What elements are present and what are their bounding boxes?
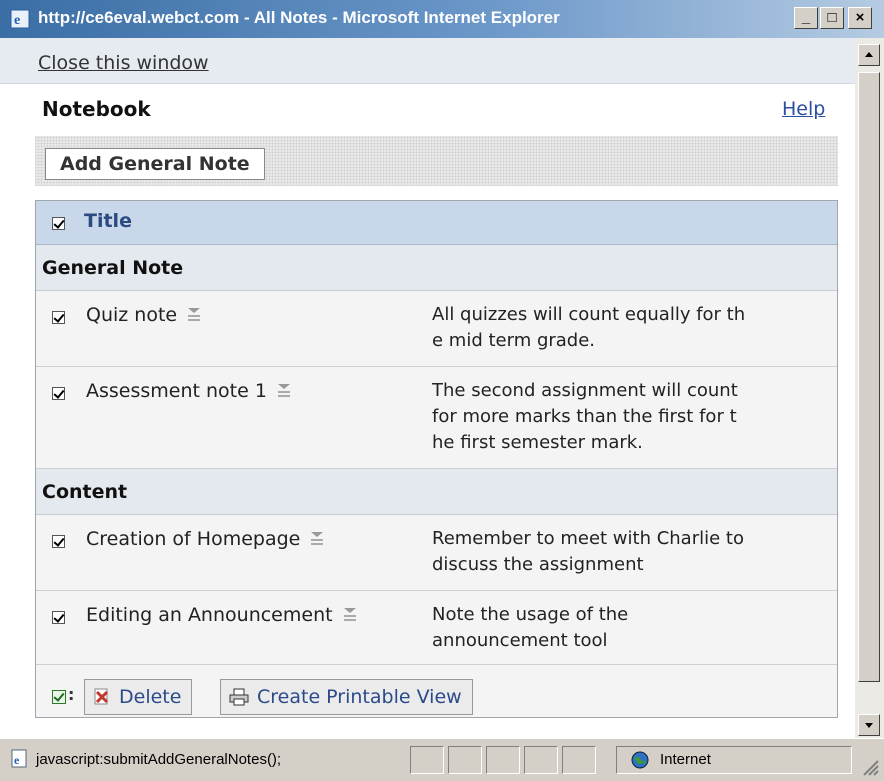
close-window-button[interactable]: × [848,7,872,29]
svg-text:e: e [14,753,20,767]
vertical-scrollbar[interactable] [855,38,884,738]
note-description: All quizzes will count equally for th e … [432,304,746,351]
note-icon[interactable] [343,607,357,622]
group-row: Content [36,469,837,515]
note-description: Remember to meet with Charlie to discuss… [432,528,744,575]
table-row: Quiz note All quizzes will count equally… [36,291,837,367]
note-description: Note the usage of the announcement tool [432,604,629,651]
status-text: javascript:submitAddGeneralNotes(); [36,751,282,768]
status-pane [448,746,482,774]
title-column-header[interactable]: Title [84,210,132,232]
note-description: The second assignment will count for mor… [432,380,738,453]
select-all-checkbox[interactable] [52,217,65,230]
printable-label: Create Printable View [257,686,462,708]
minimize-button[interactable]: _ [794,7,818,29]
row-checkbox[interactable] [52,535,65,548]
delete-button[interactable]: Delete [84,679,193,715]
status-pane [524,746,558,774]
scroll-down-button[interactable] [858,714,880,736]
note-icon[interactable] [310,531,324,546]
ie-icon: e [10,9,30,29]
selected-items-icon [52,690,66,704]
delete-icon [94,688,109,705]
group-row: General Note [36,245,837,291]
notebook-header: Notebook Help [0,84,855,134]
group-label: General Note [42,257,184,279]
group-label: Content [42,481,128,503]
table-row: Creation of Homepage Remember to meet wi… [36,515,837,591]
arrow-up-icon [865,52,873,57]
table-row: Editing an Announcement Note the usage o… [36,591,837,665]
svg-text:e: e [14,13,20,28]
note-title-link[interactable]: Creation of Homepage [86,528,324,550]
toolbar-band: Add General Note [35,136,838,186]
zone-pane [616,746,852,774]
notes-table: Title General Note Quiz note All quizzes… [35,200,838,718]
zone-label: Internet [660,751,711,768]
help-link[interactable]: Help [782,98,825,120]
close-window-link[interactable]: Close this window [38,52,209,74]
close-bar: Close this window [0,38,855,84]
page-title: Notebook [42,97,151,121]
scroll-up-button[interactable] [858,44,880,66]
add-general-note-button[interactable]: Add General Note [45,148,265,180]
scroll-thumb[interactable] [858,72,880,682]
delete-label: Delete [119,686,182,708]
status-pane [562,746,596,774]
table-row: Assessment note 1 The second assignment … [36,367,837,469]
maximize-button[interactable]: □ [820,7,844,29]
note-icon[interactable] [187,307,201,322]
table-header: Title [36,201,837,245]
resize-grip-icon[interactable] [860,757,880,777]
window-title: http://ce6eval.webct.com - All Notes - M… [38,8,560,27]
arrow-down-icon [865,723,873,728]
note-title-link[interactable]: Assessment note 1 [86,380,291,402]
note-icon[interactable] [277,383,291,398]
row-checkbox[interactable] [52,611,65,624]
print-icon [229,688,249,706]
note-title-link[interactable]: Quiz note [86,304,201,326]
status-pane [410,746,444,774]
page-icon: e [11,749,27,768]
status-bar: e javascript:submitAddGeneralNotes(); In… [0,738,884,781]
create-printable-view-button[interactable]: Create Printable View [220,679,473,715]
action-bar: : Delete Create Printable View [36,665,837,717]
row-checkbox[interactable] [52,311,65,324]
row-checkbox[interactable] [52,387,65,400]
page-content: Close this window Notebook Help Add Gene… [0,38,855,738]
window-titlebar: e http://ce6eval.webct.com - All Notes -… [0,0,884,38]
globe-icon [631,751,649,769]
note-title-link[interactable]: Editing an Announcement [86,604,357,626]
selected-items-colon: : [68,685,75,704]
status-pane [486,746,520,774]
